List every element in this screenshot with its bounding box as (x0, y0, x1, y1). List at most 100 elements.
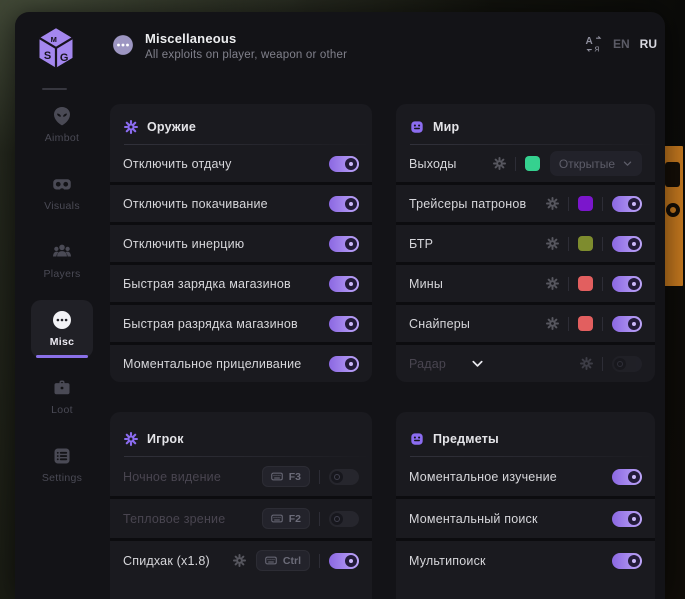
sidebar-item-aimbot[interactable]: Aimbot (31, 96, 93, 154)
section-header: Игрок (110, 412, 372, 456)
sidebar-item-label: Settings (42, 472, 82, 484)
players-icon (52, 242, 72, 262)
briefcase-icon (52, 378, 72, 398)
setting-label: Выходы (409, 157, 457, 171)
translate-icon[interactable] (585, 35, 603, 53)
svg-text:G: G (60, 52, 69, 64)
toggle-switch[interactable] (612, 356, 642, 372)
page-subtitle: All exploits on player, weapon or other (145, 49, 347, 61)
gear-icon[interactable] (493, 157, 506, 170)
gear-icon[interactable] (580, 357, 593, 370)
toggle-switch[interactable] (612, 553, 642, 569)
section-header: Мир (396, 104, 655, 144)
keybind-badge[interactable]: Ctrl (256, 550, 310, 571)
toggle-switch[interactable] (329, 356, 359, 372)
ellipsis-icon (112, 34, 134, 56)
toggle-switch[interactable] (612, 196, 642, 212)
app-logo: м S G (36, 26, 76, 70)
exits-dropdown[interactable]: Открытые (550, 151, 642, 176)
toggle-switch[interactable] (329, 196, 359, 212)
color-swatch[interactable] (578, 276, 593, 291)
section-player: Игрок Ночное видение F3 Тепловое зрение (110, 412, 372, 599)
lang-ru-button[interactable]: RU (640, 37, 657, 51)
toggle-switch[interactable] (329, 511, 359, 527)
toggle-switch[interactable] (329, 553, 359, 569)
setting-label: Моментальное прицеливание (123, 357, 301, 371)
keybind-badge[interactable]: F2 (262, 508, 310, 529)
toggle-switch[interactable] (329, 236, 359, 252)
ellipsis-icon (52, 310, 72, 330)
page-title: Miscellaneous (145, 31, 236, 46)
vr-goggles-icon (52, 174, 72, 194)
gear-icon[interactable] (546, 277, 559, 290)
section-header: Оружие (110, 104, 372, 144)
divider (568, 277, 569, 291)
setting-label: Мины (409, 277, 443, 291)
svg-text:м: м (51, 34, 58, 44)
section-world: Мир Выходы Открытые Трейсеры патронов (396, 104, 655, 382)
setting-row: Мультипоиск (396, 538, 655, 580)
setting-label: БТР (409, 237, 433, 251)
category-icon (410, 432, 424, 446)
sidebar-item-visuals[interactable]: Visuals (31, 164, 93, 222)
setting-row: Тепловое зрение F2 (110, 496, 372, 538)
toggle-switch[interactable] (612, 316, 642, 332)
color-swatch[interactable] (525, 156, 540, 171)
divider (602, 277, 603, 291)
setting-label: Мультипоиск (409, 554, 486, 568)
divider (602, 357, 603, 371)
setting-row: Моментальный поиск (396, 496, 655, 538)
setting-row: БТР (396, 222, 655, 262)
toggle-switch[interactable] (329, 469, 359, 485)
setting-row: Моментальное изучение (396, 457, 655, 496)
banner-glyph (666, 203, 680, 217)
gear-icon[interactable] (233, 554, 246, 567)
keybind-value: F3 (289, 471, 301, 483)
color-swatch[interactable] (578, 316, 593, 331)
gear-icon[interactable] (546, 197, 559, 210)
gear-icon[interactable] (546, 237, 559, 250)
chevron-down-icon[interactable] (470, 356, 485, 371)
divider (568, 237, 569, 251)
screen: м S G Aimbot Visuals Players Misc (0, 0, 685, 599)
setting-label: Моментальный поиск (409, 512, 538, 526)
setting-row: Выходы Открытые (396, 145, 655, 182)
toggle-switch[interactable] (612, 236, 642, 252)
keybind-badge[interactable]: F3 (262, 466, 310, 487)
setting-label: Радар (409, 357, 446, 371)
sidebar-item-players[interactable]: Players (31, 232, 93, 290)
toggle-switch[interactable] (329, 316, 359, 332)
toggle-switch[interactable] (329, 276, 359, 292)
sidebar-item-label: Misc (50, 336, 75, 348)
setting-label: Тепловое зрение (123, 512, 225, 526)
sidebar-item-loot[interactable]: Loot (31, 368, 93, 426)
gear-icon (124, 432, 138, 446)
lang-en-button[interactable]: EN (613, 37, 630, 51)
setting-row: Отключить инерцию (110, 222, 372, 262)
toggle-switch[interactable] (612, 511, 642, 527)
sidebar-item-settings[interactable]: Settings (31, 436, 93, 494)
color-swatch[interactable] (578, 236, 593, 251)
setting-label: Быстрая разрядка магазинов (123, 317, 298, 331)
divider (602, 197, 603, 211)
setting-row: Мины (396, 262, 655, 302)
sidebar-item-misc[interactable]: Misc (31, 300, 93, 358)
section-header: Предметы (396, 412, 655, 456)
divider (568, 197, 569, 211)
divider (319, 512, 320, 526)
setting-row: Снайперы (396, 302, 655, 342)
setting-row: Ночное видение F3 (110, 457, 372, 496)
setting-row: Радар (396, 342, 655, 382)
toggle-switch[interactable] (612, 469, 642, 485)
setting-row: Спидхак (x1.8) Ctrl (110, 538, 372, 580)
keyboard-icon (265, 556, 277, 565)
setting-row: Моментальное прицеливание (110, 342, 372, 382)
toggle-switch[interactable] (329, 156, 359, 172)
divider (602, 237, 603, 251)
gear-icon[interactable] (546, 317, 559, 330)
gear-icon (124, 120, 138, 134)
toggle-switch[interactable] (612, 276, 642, 292)
section-title: Оружие (147, 120, 196, 134)
dropdown-value: Открытые (559, 157, 615, 171)
color-swatch[interactable] (578, 196, 593, 211)
